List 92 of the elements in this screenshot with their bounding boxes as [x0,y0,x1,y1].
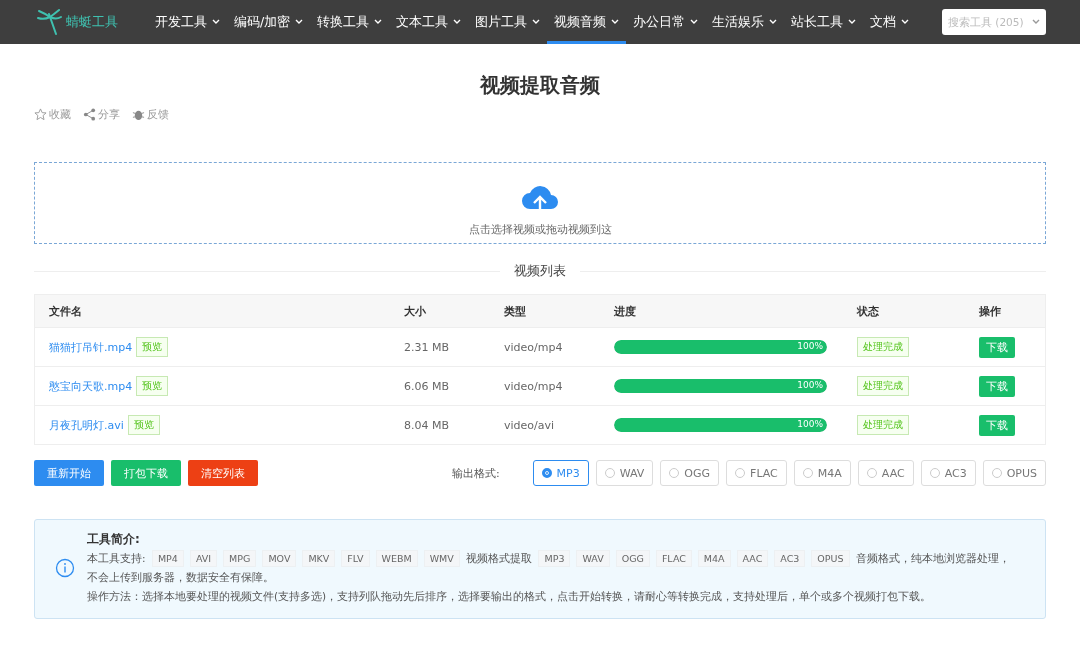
file-name-link[interactable]: 月夜孔明灯.avi [49,417,124,433]
file-name-link[interactable]: 猫猫打吊针.mp4 [49,339,133,355]
caret-icon [769,19,778,25]
progress-text: 100% [797,380,823,390]
upload-hint: 点击选择视频或拖动视频到这 [468,223,612,237]
status-tag: 处理完成 [857,376,909,396]
table-cell-text: video/mp4 [503,378,564,395]
nav-menu-item[interactable]: 视频音频 [547,0,627,44]
nav-menu-item[interactable]: 生活娱乐 [705,0,785,44]
table-cell-text: video/avi [503,417,556,434]
nav-menu-item[interactable]: 文档 [863,0,917,44]
format-radio[interactable]: OPUS [982,460,1046,486]
table-cell-text: 8.04 MB [403,417,451,434]
caret-icon [212,19,220,25]
caret-icon [848,19,857,25]
share-icon [83,108,96,121]
caret-icon [611,19,620,25]
column-header: 类型 [503,303,527,320]
format-radio[interactable]: FLAC [726,460,787,486]
format-tag: MP4 [151,550,184,567]
info-icon [55,558,75,578]
column-header: 文件名 [48,303,83,320]
format-tag: AVI [189,550,218,567]
format-tag: FLAC [655,550,692,567]
download-button[interactable]: 下载 [979,375,1015,397]
nav-menu-item[interactable]: 文本工具 [389,0,469,44]
info-title: 工具简介: [87,531,141,548]
format-radio[interactable]: AAC [857,460,914,486]
format-tag: MP3 [538,550,571,567]
column-header: 进度 [613,303,637,320]
bug-icon [132,108,145,121]
format-radio[interactable]: MP3 [532,460,589,486]
nav-menu-item[interactable]: 编码/加密 [227,0,311,44]
format-tag: AC3 [774,550,806,567]
nav-menu-item[interactable]: 开发工具 [148,0,227,44]
output-format-label: 输出格式: [451,465,500,481]
format-radio[interactable]: M4A [793,460,851,486]
nav-menu-item[interactable]: 站长工具 [784,0,864,44]
format-tag: MKV [302,550,336,567]
status-tag: 处理完成 [857,415,909,435]
column-header: 大小 [403,303,427,320]
star-icon [34,108,47,121]
info-text: 音频格式，纯本地浏览器处理， [855,552,1010,564]
nav-menu-item[interactable]: 图片工具 [468,0,548,44]
status-tag: 处理完成 [857,337,909,357]
action-button[interactable]: 打包下载 [111,460,181,486]
progress-text: 100% [797,419,823,429]
format-tag: MPG [223,550,257,567]
action-button[interactable]: 清空列表 [188,460,258,486]
file-name-link[interactable]: 憨宝向天歌.mp4 [49,378,133,394]
action-link[interactable]: 反馈 [132,107,169,122]
caret-icon [690,19,699,25]
download-button[interactable]: 下载 [979,414,1015,436]
format-radio[interactable]: WAV [595,460,654,486]
dragonfly-icon [36,8,62,36]
format-tag: FLV [341,550,370,567]
table-cell-text: video/mp4 [503,339,564,356]
info-text: 不会上传到服务器，数据安全有保障。 [87,570,275,585]
action-link[interactable]: 收藏 [34,107,71,122]
format-tag: WMV [423,550,460,567]
format-radio[interactable]: AC3 [920,460,976,486]
caret-icon [374,19,383,25]
format-tag: MOV [262,550,297,567]
format-tag: OPUS [811,550,850,567]
upload-dropzone[interactable]: 点击选择视频或拖动视频到这 [34,162,1046,244]
column-header: 状态 [855,303,880,320]
caret-icon [295,19,304,25]
progress-text: 100% [797,341,823,351]
nav-menu-item[interactable]: 办公日常 [626,0,706,44]
info-text: 本工具支持: [87,552,146,564]
format-tag: OGG [615,550,650,567]
caret-icon [901,19,910,25]
format-tag: WAV [576,550,610,567]
info-text: 视频格式提取 [466,552,533,564]
section-title: 视频列表 [514,262,566,280]
format-tag: M4A [697,550,731,567]
page-title: 视频提取音频 [478,72,601,99]
download-button[interactable]: 下载 [979,336,1015,358]
table-cell-text: 2.31 MB [403,339,451,356]
caret-icon [532,19,541,25]
logo-text[interactable]: 蜻蜓工具 [66,13,118,31]
format-radio[interactable]: OGG [660,460,720,486]
nav-menu-item[interactable]: 转换工具 [310,0,390,44]
format-tag: WEBM [375,550,418,567]
info-text: 操作方法：选择本地要处理的视频文件(支持多选)，支持列队拖动先后排序，选择要输出的格式，点击开始转换，请耐心等转换完成，支持处理后，单个或多个视频打包下载。 [87,589,933,604]
caret-icon [1032,19,1040,25]
table-cell-text: 6.06 MB [403,378,451,395]
action-button[interactable]: 重新开始 [34,460,104,486]
format-tag: AAC [736,550,769,567]
caret-icon [453,19,462,25]
column-header: 操作 [978,303,1002,320]
action-link[interactable]: 分享 [83,107,120,122]
